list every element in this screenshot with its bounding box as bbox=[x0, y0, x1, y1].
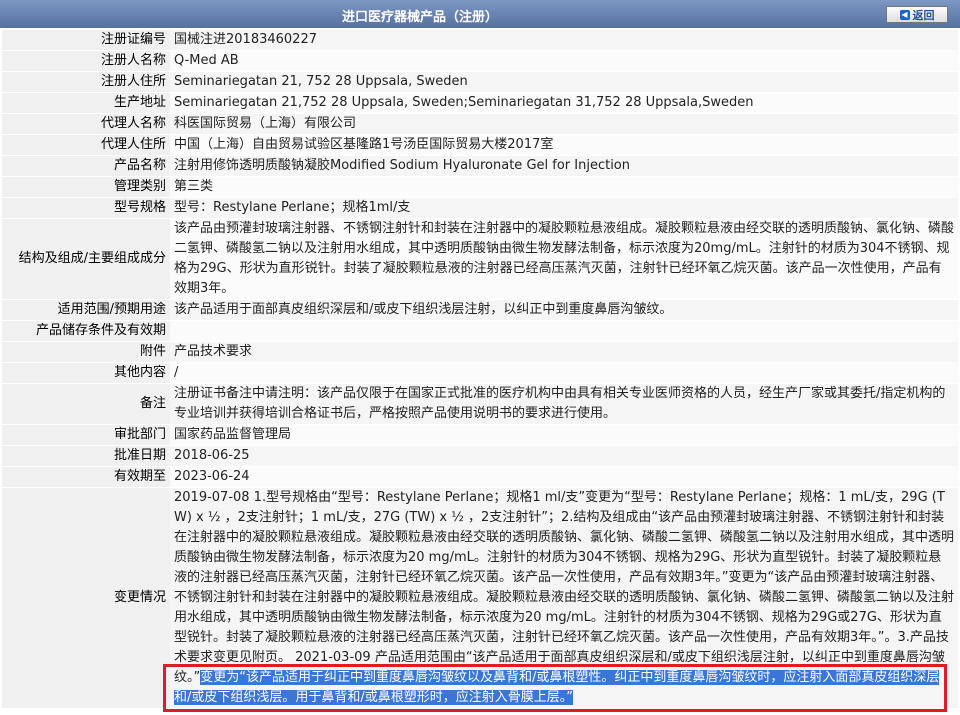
field-value: Seminariegatan 21, 752 28 Uppsala, Swede… bbox=[170, 71, 958, 93]
field-label: 适用范围/预期用途 bbox=[2, 299, 170, 321]
field-value: 科医国际贸易（上海）有限公司 bbox=[170, 113, 958, 135]
field-label: 审批部门 bbox=[2, 424, 170, 446]
field-label: 有效期至 bbox=[2, 466, 170, 488]
table-row: 其他内容 / bbox=[2, 362, 958, 384]
changes-label: 变更情况 bbox=[2, 487, 170, 709]
field-value: Seminariegatan 21,752 28 Uppsala, Sweden… bbox=[170, 92, 958, 114]
field-value: 中国（上海）自由贸易试验区基隆路1号汤臣国际贸易大楼2017室 bbox=[170, 134, 958, 156]
field-value: 2023-06-24 bbox=[170, 466, 958, 488]
table-row: 产品名称 注射用修饰透明质酸钠凝胶Modified Sodium Hyaluron… bbox=[2, 155, 958, 177]
field-label: 注册证编号 bbox=[2, 30, 170, 51]
back-button[interactable]: ◀ 返回 bbox=[886, 6, 948, 23]
field-label: 管理类别 bbox=[2, 176, 170, 198]
header-bar: 进口医疗器械产品（注册） ◀ 返回 bbox=[0, 0, 960, 28]
field-label: 结构及组成/主要组成成分 bbox=[2, 218, 170, 300]
field-value: 第三类 bbox=[170, 176, 958, 198]
field-value: 国家药品监督管理局 bbox=[170, 424, 958, 446]
field-label: 代理人名称 bbox=[2, 113, 170, 135]
page-title: 进口医疗器械产品（注册） bbox=[341, 10, 498, 25]
field-label: 生产地址 bbox=[2, 92, 170, 114]
field-value: 国械注进20183460227 bbox=[170, 30, 958, 51]
field-value: / bbox=[170, 362, 958, 384]
field-label: 其他内容 bbox=[2, 362, 170, 384]
field-label: 型号规格 bbox=[2, 197, 170, 219]
field-value: 注射用修饰透明质酸钠凝胶Modified Sodium Hyaluronate … bbox=[170, 155, 958, 177]
field-value: 该产品由预灌封玻璃注射器、不锈钢注射针和封装在注射器中的凝胶颗粒悬液组成。凝胶颗… bbox=[170, 218, 958, 300]
table-row: 代理人名称 科医国际贸易（上海）有限公司 bbox=[2, 113, 958, 135]
table-row: 代理人住所 中国（上海）自由贸易试验区基隆路1号汤臣国际贸易大楼2017室 bbox=[2, 134, 958, 156]
table-row: 注册证编号 国械注进20183460227 bbox=[2, 30, 958, 51]
field-value bbox=[170, 320, 958, 342]
field-label: 代理人住所 bbox=[2, 134, 170, 156]
changes-selected-text: 变更为“该产品适用于纠正中到重度鼻唇沟皱纹以及鼻背和/或鼻根塑性。纠正中到重度鼻… bbox=[174, 670, 940, 705]
table-row: 生产地址 Seminariegatan 21,752 28 Uppsala, Sw… bbox=[2, 92, 958, 114]
field-label: 注册人名称 bbox=[2, 50, 170, 72]
table-row: 注册人住所 Seminariegatan 21, 752 28 Uppsala, … bbox=[2, 71, 958, 93]
field-label: 注册人住所 bbox=[2, 71, 170, 93]
field-value: 该产品适用于面部真皮组织深层和/或皮下组织浅层注射，以纠正中到重度鼻唇沟皱纹。 bbox=[170, 299, 958, 321]
changes-text: 2019-07-08 1.型号规格由“型号：Restylane Perlane；… bbox=[174, 490, 955, 685]
field-value: 2018-06-25 bbox=[170, 445, 958, 467]
table-row: 适用范围/预期用途 该产品适用于面部真皮组织深层和/或皮下组织浅层注射，以纠正中到… bbox=[2, 299, 958, 321]
table-row: 型号规格 型号：Restylane Perlane；规格1ml/支 bbox=[2, 197, 958, 219]
page: 进口医疗器械产品（注册） ◀ 返回 注册证编号 国械注进20183460227 注册… bbox=[0, 0, 960, 715]
field-label: 产品储存条件及有效期 bbox=[2, 320, 170, 342]
back-arrow-icon: ◀ bbox=[899, 9, 910, 20]
field-label: 产品名称 bbox=[2, 155, 170, 177]
back-button-label: 返回 bbox=[912, 8, 935, 22]
table-row: 附件 产品技术要求 bbox=[2, 341, 958, 363]
table-row: 结构及组成/主要组成成分 该产品由预灌封玻璃注射器、不锈钢注射针和封装在注射器中的… bbox=[2, 218, 958, 300]
table-row: 管理类别 第三类 bbox=[2, 176, 958, 198]
field-label: 批准日期 bbox=[2, 445, 170, 467]
table-row: 审批部门 国家药品监督管理局 bbox=[2, 424, 958, 446]
field-value: 注册证书备注中请注明：该产品仅限于在国家正式批准的医疗机构中由具有相关专业医师资… bbox=[170, 383, 958, 425]
table-row-changes: 变更情况 2019-07-08 1.型号规格由“型号：Restylane Per… bbox=[2, 487, 958, 709]
detail-table: 注册证编号 国械注进20183460227 注册人名称 Q-Med AB 注册人住所 Se… bbox=[2, 30, 958, 709]
field-label: 附件 bbox=[2, 341, 170, 363]
table-row: 注册人名称 Q-Med AB bbox=[2, 50, 958, 72]
changes-value[interactable]: 2019-07-08 1.型号规格由“型号：Restylane Perlane；… bbox=[170, 487, 958, 709]
field-value: 型号：Restylane Perlane；规格1ml/支 bbox=[170, 197, 958, 219]
table-row: 产品储存条件及有效期 bbox=[2, 320, 958, 342]
table-row: 有效期至 2023-06-24 bbox=[2, 466, 958, 488]
field-value: Q-Med AB bbox=[170, 50, 958, 72]
field-value: 产品技术要求 bbox=[170, 341, 958, 363]
table-row: 备注 注册证书备注中请注明：该产品仅限于在国家正式批准的医疗机构中由具有相关专业医… bbox=[2, 383, 958, 425]
field-label: 备注 bbox=[2, 383, 170, 425]
table-row: 批准日期 2018-06-25 bbox=[2, 445, 958, 467]
